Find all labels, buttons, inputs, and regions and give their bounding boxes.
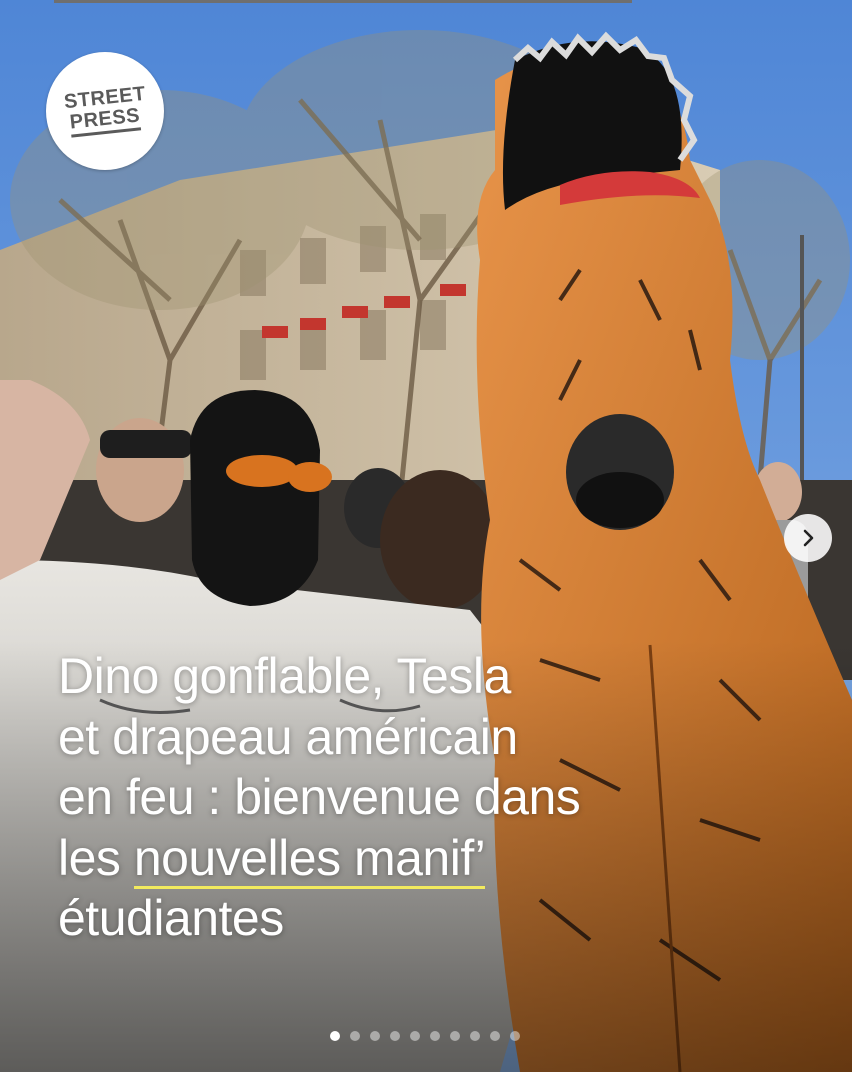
streetpress-logo[interactable]: STREET PRESS <box>46 52 164 170</box>
headline-line: en feu : bienvenue dans <box>58 769 581 825</box>
pagination-dot[interactable] <box>450 1031 460 1041</box>
headline-line: étudiantes <box>58 890 284 946</box>
carousel-pagination <box>330 1031 520 1041</box>
headline-line: Dino gonflable, Tesla <box>58 648 511 704</box>
chevron-right-icon <box>803 529 814 547</box>
next-slide-button[interactable] <box>784 514 832 562</box>
headline-text: les <box>58 829 134 886</box>
pagination-dot[interactable] <box>350 1031 360 1041</box>
pagination-dot[interactable] <box>490 1031 500 1041</box>
headline-highlight: nouvelles manif’ <box>133 829 486 889</box>
logo-text-line2: PRESS <box>69 104 142 138</box>
pagination-dot[interactable] <box>370 1031 380 1041</box>
headline-line: les nouvelles manif’ <box>58 828 778 889</box>
pagination-dot[interactable] <box>410 1031 420 1041</box>
headline-line: et drapeau américain <box>58 708 518 765</box>
post-slide[interactable]: STREET PRESS Dino gonflable, Tesla et dr… <box>0 0 852 1072</box>
pagination-dot[interactable] <box>390 1031 400 1041</box>
story-progress-bar <box>54 0 632 3</box>
pagination-dot[interactable] <box>470 1031 480 1041</box>
headline: Dino gonflable, Tesla et drapeau américa… <box>58 646 778 949</box>
pagination-dot[interactable] <box>510 1031 520 1041</box>
pagination-dot[interactable] <box>330 1031 340 1041</box>
pagination-dot[interactable] <box>430 1031 440 1041</box>
